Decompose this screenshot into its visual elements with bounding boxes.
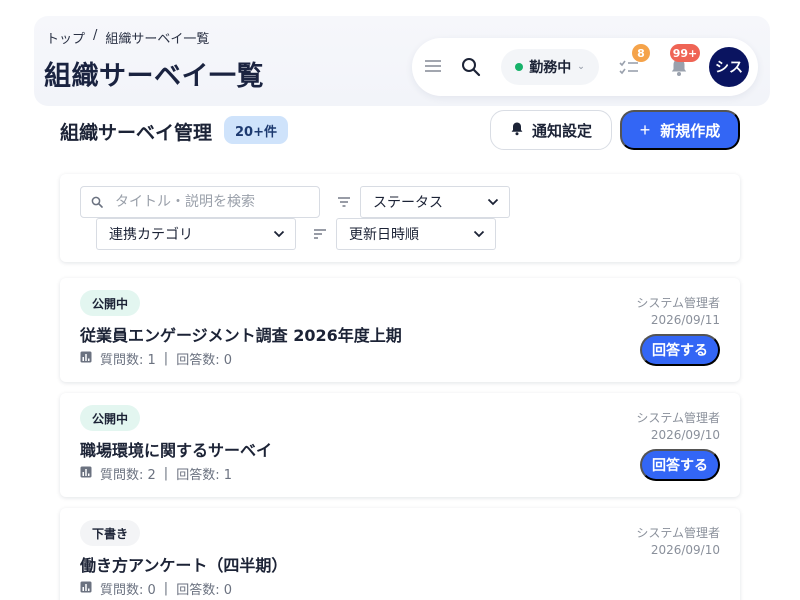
category-filter-label: 連携カテゴリ: [109, 227, 193, 243]
question-count: 質問数: 2: [100, 468, 156, 483]
search-field[interactable]: [80, 186, 320, 218]
chevron-down-icon: ⌄: [577, 62, 585, 72]
survey-card[interactable]: 公開中 従業員エンゲージメント調査 2026年度上期 質問数: 1 | 回答数:…: [60, 278, 740, 382]
survey-count-badge: 20+件: [224, 116, 288, 144]
search-icon[interactable]: [459, 55, 483, 79]
search-input[interactable]: [115, 194, 305, 210]
survey-card[interactable]: 公開中 職場環境に関するサーベイ 質問数: 2 | 回答数: 1 システム管理者…: [60, 393, 740, 497]
status-badge: 下書き: [80, 520, 141, 546]
notification-settings-button[interactable]: 通知設定: [490, 110, 612, 150]
chart-icon: [80, 581, 92, 597]
survey-date: 2026/09/11: [650, 313, 720, 327]
filter-icon: [336, 194, 352, 210]
search-icon: [91, 193, 103, 212]
meta-separator: |: [163, 351, 169, 366]
sort-order-label: 更新日時順: [349, 227, 419, 243]
breadcrumb-home[interactable]: トップ: [46, 28, 85, 47]
survey-card[interactable]: 下書き 働き方アンケート（四半期） 質問数: 0 | 回答数: 0 システム管理…: [60, 508, 740, 600]
section-title: 組織サーベイ管理: [60, 122, 213, 144]
work-status-dropdown[interactable]: 勤務中 ⌄: [501, 49, 599, 85]
chevron-down-icon: [487, 194, 499, 210]
menu-icon[interactable]: [422, 55, 444, 77]
answer-count: 回答数: 1: [176, 468, 232, 483]
chevron-down-icon: [473, 226, 485, 242]
survey-date: 2026/09/10: [650, 428, 720, 442]
sort-order-select[interactable]: 更新日時順: [336, 218, 496, 250]
survey-owner: システム管理者: [636, 296, 720, 310]
chevron-down-icon: [273, 226, 285, 242]
notification-settings-label: 通知設定: [531, 122, 592, 140]
question-count: 質問数: 0: [100, 583, 156, 598]
status-filter-label: ステータス: [373, 195, 443, 211]
answer-button[interactable]: 回答する: [640, 449, 720, 481]
notifications-count-badge: 99+: [670, 44, 700, 62]
survey-owner: システム管理者: [636, 526, 720, 540]
category-filter-select[interactable]: 連携カテゴリ: [96, 218, 296, 250]
survey-title[interactable]: 職場環境に関するサーベイ: [80, 437, 272, 461]
chart-icon: [80, 466, 92, 482]
answer-count: 回答数: 0: [176, 353, 232, 368]
page-title: 組織サーベイ一覧: [44, 61, 264, 92]
meta-separator: |: [163, 466, 169, 481]
create-survey-button[interactable]: + 新規作成: [620, 110, 740, 150]
create-survey-label: 新規作成: [660, 122, 721, 140]
survey-title[interactable]: 働き方アンケート（四半期）: [80, 552, 287, 576]
sort-icon: [312, 226, 328, 242]
avatar[interactable]: シス: [709, 47, 749, 87]
bell-settings-icon: [510, 121, 524, 140]
header-toolbar: 勤務中 ⌄ 8 99+ シス: [412, 38, 758, 96]
status-badge: 公開中: [80, 405, 141, 431]
survey-date: 2026/09/10: [650, 543, 720, 557]
status-badge: 公開中: [80, 290, 141, 316]
survey-meta: 質問数: 2 | 回答数: 1: [80, 464, 232, 483]
tasks-count-badge: 8: [632, 44, 650, 62]
plus-icon: +: [639, 119, 651, 140]
survey-meta: 質問数: 0 | 回答数: 0: [80, 579, 232, 598]
chart-icon: [80, 351, 92, 367]
answer-count: 回答数: 0: [176, 583, 232, 598]
meta-separator: |: [163, 581, 169, 596]
survey-owner: システム管理者: [636, 411, 720, 425]
survey-meta: 質問数: 1 | 回答数: 0: [80, 349, 232, 368]
filter-panel: ステータス 連携カテゴリ 更新日時順: [60, 174, 740, 262]
question-count: 質問数: 1: [100, 353, 156, 368]
survey-title[interactable]: 従業員エンゲージメント調査 2026年度上期: [80, 322, 402, 346]
working-status-dot: [515, 63, 524, 71]
work-status-label: 勤務中: [529, 60, 572, 76]
answer-button[interactable]: 回答する: [640, 334, 720, 366]
breadcrumb-current: 組織サーベイ一覧: [105, 32, 210, 47]
breadcrumb: トップ / 組織サーベイ一覧: [46, 28, 209, 47]
breadcrumb-separator: /: [93, 28, 98, 43]
status-filter-select[interactable]: ステータス: [360, 186, 510, 218]
